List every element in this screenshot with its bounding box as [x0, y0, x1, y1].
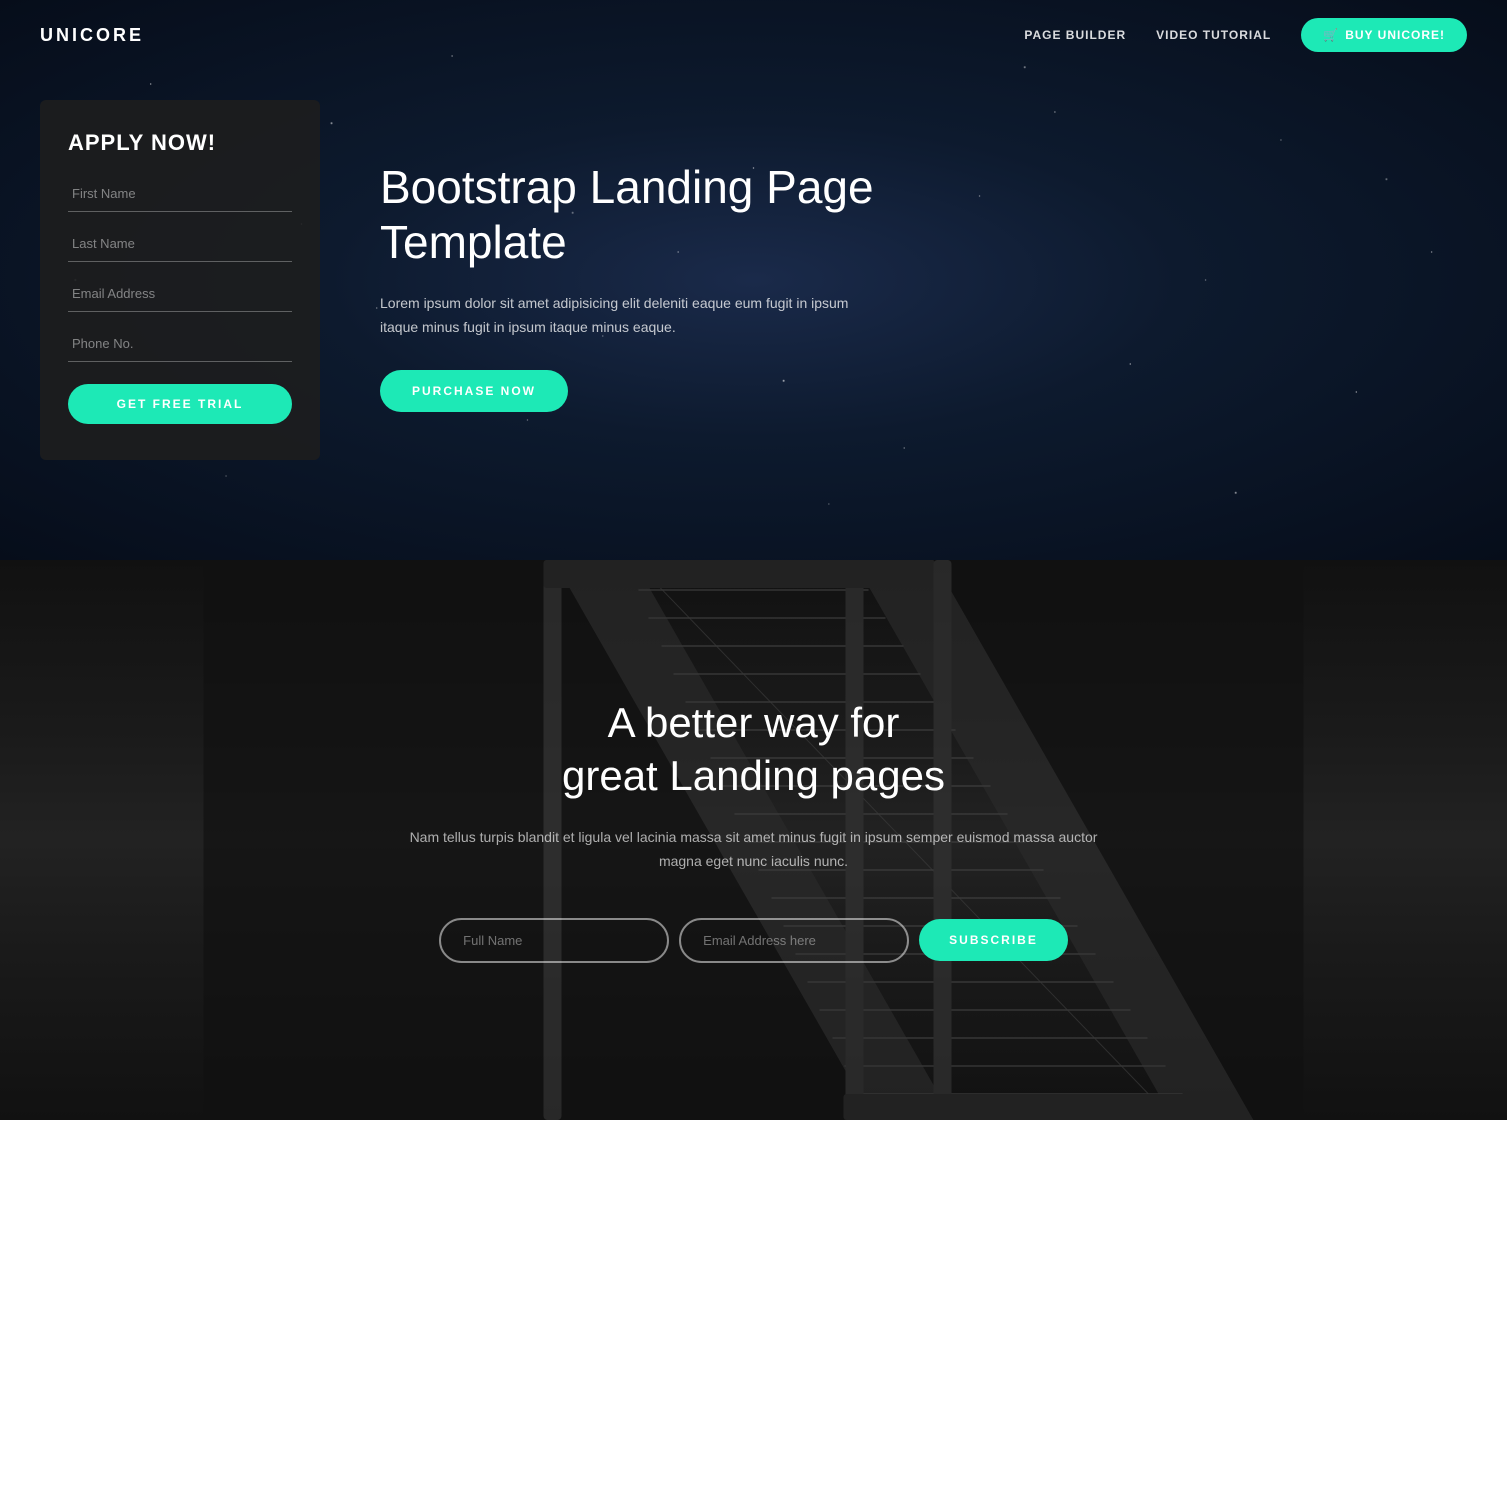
- hero-description: Lorem ipsum dolor sit amet adipisicing e…: [380, 292, 860, 340]
- video-tutorial-link[interactable]: VIDEO TUTORIAL: [1156, 28, 1271, 42]
- section2-description: Nam tellus turpis blandit et ligula vel …: [404, 826, 1104, 874]
- section2-heading: A better way for great Landing pages: [404, 697, 1104, 802]
- buy-button[interactable]: 🛒 BUY UNICORE!: [1301, 18, 1467, 52]
- subscribe-row: SUBSCRIBE: [404, 918, 1104, 963]
- brand-logo: UNICORE: [40, 25, 144, 46]
- cart-icon: 🛒: [1323, 28, 1339, 42]
- phone-input[interactable]: [68, 326, 292, 362]
- last-name-input[interactable]: [68, 226, 292, 262]
- subscribe-email-input[interactable]: [679, 918, 909, 963]
- subscribe-fullname-input[interactable]: [439, 918, 669, 963]
- apply-form-card: APPLY NOW! GET FREE TRIAL: [40, 100, 320, 460]
- navbar: UNICORE PAGE BUILDER VIDEO TUTORIAL 🛒 BU…: [0, 0, 1507, 70]
- hero-heading: Bootstrap Landing PageTemplate: [380, 160, 1467, 270]
- get-free-trial-button[interactable]: GET FREE TRIAL: [68, 384, 292, 424]
- hero-body: APPLY NOW! GET FREE TRIAL Bootstrap Land…: [0, 70, 1507, 520]
- first-name-input[interactable]: [68, 176, 292, 212]
- section2-content: A better way for great Landing pages Nam…: [404, 697, 1104, 963]
- email-input[interactable]: [68, 276, 292, 312]
- section2: A better way for great Landing pages Nam…: [0, 560, 1507, 1120]
- form-title: APPLY NOW!: [68, 130, 292, 156]
- hero-section: UNICORE PAGE BUILDER VIDEO TUTORIAL 🛒 BU…: [0, 0, 1507, 560]
- nav-links: PAGE BUILDER VIDEO TUTORIAL 🛒 BUY UNICOR…: [1024, 18, 1467, 52]
- hero-text: Bootstrap Landing PageTemplate Lorem ips…: [380, 100, 1467, 412]
- subscribe-button[interactable]: SUBSCRIBE: [919, 919, 1068, 961]
- purchase-now-button[interactable]: PURCHASE NOW: [380, 370, 568, 412]
- page-builder-link[interactable]: PAGE BUILDER: [1024, 28, 1126, 42]
